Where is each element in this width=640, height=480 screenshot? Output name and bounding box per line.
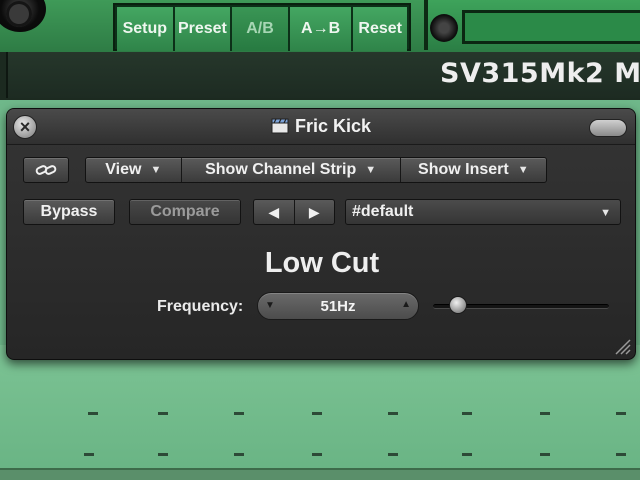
dropdown-caret-icon: ▼ xyxy=(517,164,529,176)
preset-select-value: #default xyxy=(352,203,414,220)
show-channel-strip-menu[interactable]: Show Channel Strip ▼ xyxy=(182,158,401,182)
resize-grip-icon[interactable] xyxy=(613,337,631,355)
frequency-value[interactable]: 51Hz xyxy=(258,298,418,315)
show-insert-label: Show Insert xyxy=(418,161,509,178)
dash-row xyxy=(0,412,640,415)
dash-mark xyxy=(234,412,244,415)
increment-arrow-icon[interactable]: ▲ xyxy=(401,299,411,310)
dash-mark xyxy=(158,453,168,456)
view-menu-label: View xyxy=(105,161,142,178)
dash-mark xyxy=(88,412,98,415)
previous-preset-button[interactable]: ◀ xyxy=(254,200,295,224)
dash-mark xyxy=(616,412,626,415)
next-preset-button[interactable]: ▶ xyxy=(295,200,335,224)
window-title-text: Fric Kick xyxy=(294,116,372,136)
show-insert-menu[interactable]: Show Insert ▼ xyxy=(401,158,546,182)
view-menu-group: View ▼ Show Channel Strip ▼ Show Insert ▼ xyxy=(85,157,547,183)
zoom-button[interactable] xyxy=(589,119,627,137)
dash-row xyxy=(0,453,640,456)
setup-button[interactable]: Setup xyxy=(117,7,175,51)
link-button[interactable] xyxy=(23,157,69,183)
preset-button[interactable]: Preset xyxy=(174,7,233,51)
dash-mark xyxy=(540,453,550,456)
show-channel-strip-label: Show Channel Strip xyxy=(205,161,357,178)
preset-select[interactable]: #default ▼ xyxy=(345,199,621,225)
section-title: Low Cut xyxy=(264,247,380,279)
dash-mark xyxy=(158,412,168,415)
host-preset-bar: Setup Preset A/B A→B Reset xyxy=(113,3,411,51)
dash-mark xyxy=(312,453,322,456)
host-small-knob-icon[interactable] xyxy=(430,14,458,42)
window-titlebar[interactable]: × Fric Kick xyxy=(7,109,635,145)
link-icon xyxy=(35,165,57,175)
window-title: Fric Kick xyxy=(7,116,635,137)
bypass-button[interactable]: Bypass xyxy=(23,199,115,225)
dropdown-caret-icon: ▼ xyxy=(365,164,377,176)
reset-button[interactable]: Reset xyxy=(353,7,408,51)
dash-mark xyxy=(540,412,550,415)
preset-nav-group: ◀ ▶ xyxy=(253,199,335,225)
dash-mark xyxy=(84,453,94,456)
dash-mark xyxy=(312,412,322,415)
dash-mark xyxy=(616,453,626,456)
dash-mark xyxy=(388,453,398,456)
dropdown-caret-icon: ▼ xyxy=(150,164,162,176)
plugin-window: × Fric Kick View ▼ Show Channel Strip ▼ Sh… xyxy=(6,108,636,360)
frequency-label: Frequency: xyxy=(157,298,244,315)
dropdown-caret-icon: ▼ xyxy=(600,207,611,219)
dash-mark xyxy=(462,453,472,456)
host-lower-panel xyxy=(0,345,640,480)
view-menu[interactable]: View ▼ xyxy=(86,158,182,182)
host-bottom-strip xyxy=(0,468,640,480)
compare-button[interactable]: Compare xyxy=(129,199,241,225)
dash-mark xyxy=(234,453,244,456)
frequency-slider-thumb[interactable] xyxy=(448,296,467,314)
dash-mark xyxy=(388,412,398,415)
host-plugin-name: SV315Mk2 M xyxy=(440,58,640,89)
clapperboard-icon xyxy=(271,118,289,134)
a-to-b-button[interactable]: A→B xyxy=(289,7,354,51)
ab-button[interactable]: A/B xyxy=(232,7,290,51)
dash-mark xyxy=(462,412,472,415)
frequency-stepper[interactable]: ▼ 51Hz ▲ xyxy=(257,292,419,320)
host-display-slot xyxy=(462,10,640,44)
